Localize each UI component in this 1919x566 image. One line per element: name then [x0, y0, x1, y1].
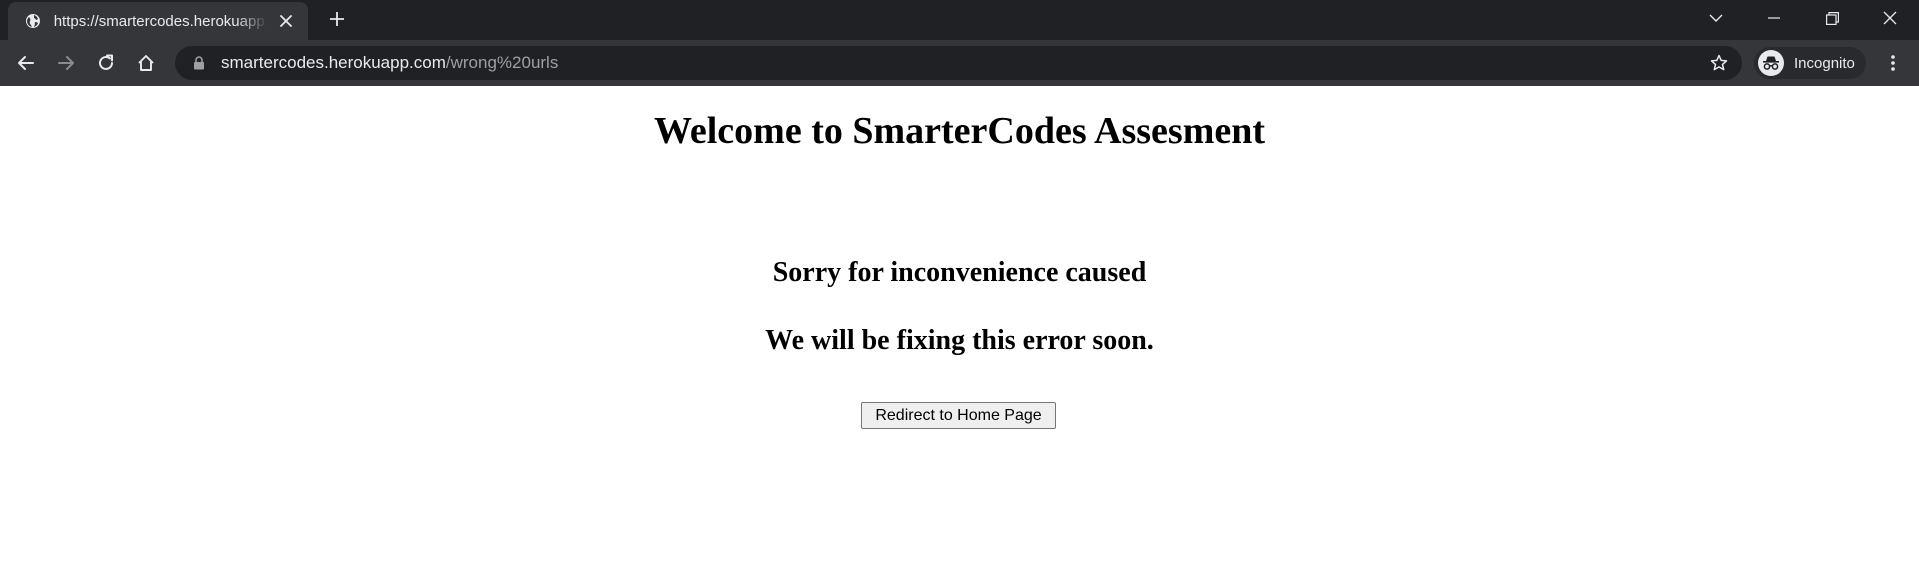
- home-icon[interactable]: [130, 47, 162, 79]
- lock-icon[interactable]: [191, 55, 207, 71]
- tab-title: https://smartercodes.herokuapp.com/wrong…: [53, 12, 269, 30]
- close-icon[interactable]: [1861, 0, 1919, 36]
- minimize-icon[interactable]: [1745, 0, 1803, 36]
- page-title: Welcome to SmarterCodes Assesment: [653, 110, 1266, 152]
- chevron-down-icon[interactable]: [1687, 0, 1745, 36]
- browser-window: https://smartercodes.herokuapp.com/wrong…: [0, 0, 1919, 566]
- plus-icon[interactable]: [326, 8, 348, 30]
- url-host: smartercodes.herokuapp.com: [221, 53, 446, 72]
- reload-icon[interactable]: [90, 47, 122, 79]
- tab-strip: https://smartercodes.herokuapp.com/wrong…: [0, 0, 1919, 40]
- page-content: Welcome to SmarterCodes Assesment Sorry …: [0, 86, 1919, 566]
- star-icon[interactable]: [1708, 52, 1730, 74]
- restore-icon[interactable]: [1803, 0, 1861, 36]
- kebab-menu-icon[interactable]: [1880, 47, 1906, 79]
- url-text[interactable]: smartercodes.herokuapp.com/wrong%20urls: [221, 53, 1708, 73]
- close-icon[interactable]: [276, 11, 296, 31]
- redirect-home-button[interactable]: Redirect to Home Page: [861, 402, 1056, 429]
- url-path: /wrong%20urls: [445, 53, 559, 72]
- window-controls: [1687, 0, 1919, 36]
- globe-icon: [24, 12, 42, 30]
- incognito-profile-button[interactable]: Incognito: [1754, 47, 1866, 79]
- incognito-label: Incognito: [1794, 54, 1855, 72]
- error-message-line-2: We will be fixing this error soon.: [765, 325, 1154, 356]
- error-message-line-1: Sorry for inconvenience caused: [772, 257, 1147, 288]
- incognito-icon: [1758, 50, 1784, 76]
- address-bar[interactable]: smartercodes.herokuapp.com/wrong%20urls: [175, 46, 1742, 80]
- back-arrow-icon[interactable]: [10, 47, 42, 79]
- browser-toolbar: smartercodes.herokuapp.com/wrong%20urls …: [0, 40, 1919, 86]
- active-tab[interactable]: https://smartercodes.herokuapp.com/wrong…: [8, 2, 308, 40]
- forward-arrow-icon[interactable]: [50, 47, 82, 79]
